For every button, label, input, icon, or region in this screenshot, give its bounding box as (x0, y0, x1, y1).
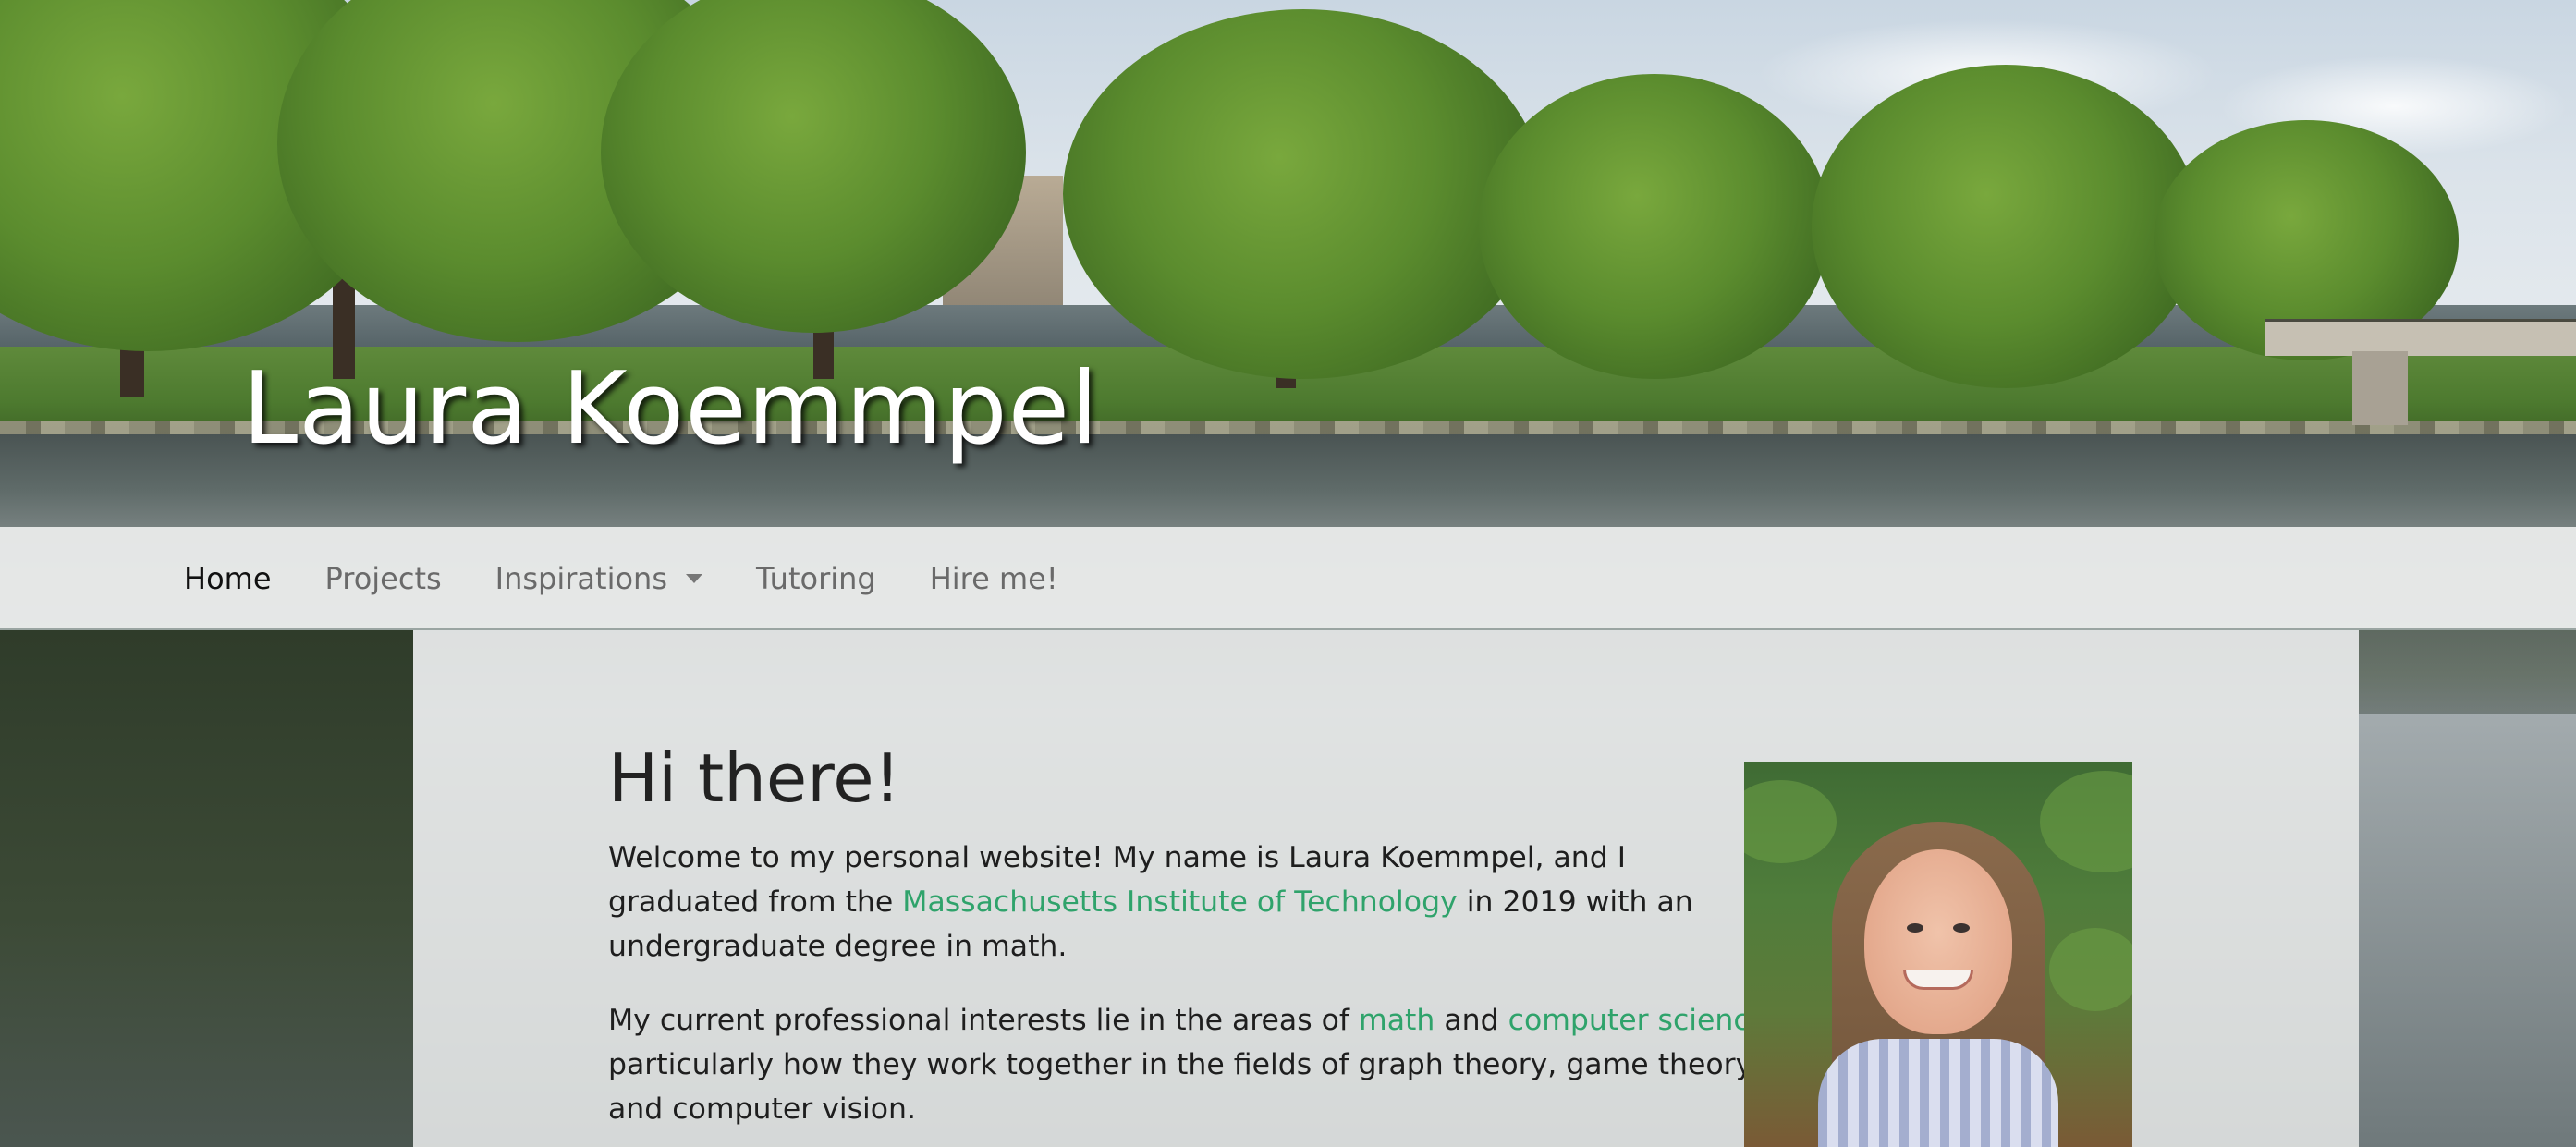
nav-list: Home Projects Inspirations Tutoring Hire… (157, 527, 1085, 630)
intro-paragraph-1: Welcome to my personal website! My name … (608, 836, 1782, 969)
nav-item-hire-me-label: Hire me! (929, 561, 1058, 596)
page-heading: Hi there! (608, 739, 901, 817)
photo-face (1864, 849, 2012, 1034)
intro-paragraph-2: My current professional interests lie in… (608, 998, 1782, 1131)
photo-foliage (2049, 928, 2132, 1011)
nav-item-inspirations-dropdown[interactable]: Inspirations (469, 561, 729, 596)
photo-eye (1907, 923, 1923, 933)
profile-photo (1744, 762, 2132, 1147)
main-navbar: Home Projects Inspirations Tutoring Hire… (0, 527, 2576, 630)
computer-science-link[interactable]: computer science (1508, 1004, 1767, 1037)
mit-link[interactable]: Massachusetts Institute of Technology (902, 885, 1457, 919)
background-tree (1063, 9, 1544, 379)
photo-smile (1903, 970, 1973, 990)
nav-item-tutoring[interactable]: Tutoring (729, 561, 903, 596)
photo-foliage (2040, 771, 2132, 872)
photo-eye (1953, 923, 1970, 933)
caret-down-icon (685, 574, 702, 583)
intro-paragraph-2-text-mid: and (1435, 1004, 1508, 1037)
background-tree (1812, 65, 2200, 388)
background-bridge (2265, 319, 2576, 356)
main-content: Hi there! Welcome to my personal website… (413, 630, 2359, 1147)
background-tree (1479, 74, 1830, 379)
site-title[interactable]: Laura Koemmpel (242, 351, 1099, 467)
nav-item-home-label: Home (184, 561, 272, 596)
nav-item-hire-me[interactable]: Hire me! (903, 561, 1085, 596)
background-tree-reflection (2359, 630, 2576, 714)
photo-foliage (1744, 780, 1837, 863)
nav-item-projects[interactable]: Projects (299, 561, 469, 596)
nav-item-tutoring-label: Tutoring (755, 561, 876, 596)
background-bridge-pillar (2352, 351, 2408, 425)
background-tree-reflection (0, 630, 413, 1147)
photo-plaid-shirt (1818, 1039, 2058, 1147)
intro-paragraph-2-text-before: My current professional interests lie in… (608, 1004, 1360, 1037)
nav-item-projects-label: Projects (324, 561, 442, 596)
intro-text: Welcome to my personal website! My name … (608, 836, 1782, 1147)
nav-item-home[interactable]: Home (157, 561, 299, 596)
nav-item-inspirations-label: Inspirations (494, 561, 667, 596)
math-link[interactable]: math (1359, 1004, 1435, 1037)
